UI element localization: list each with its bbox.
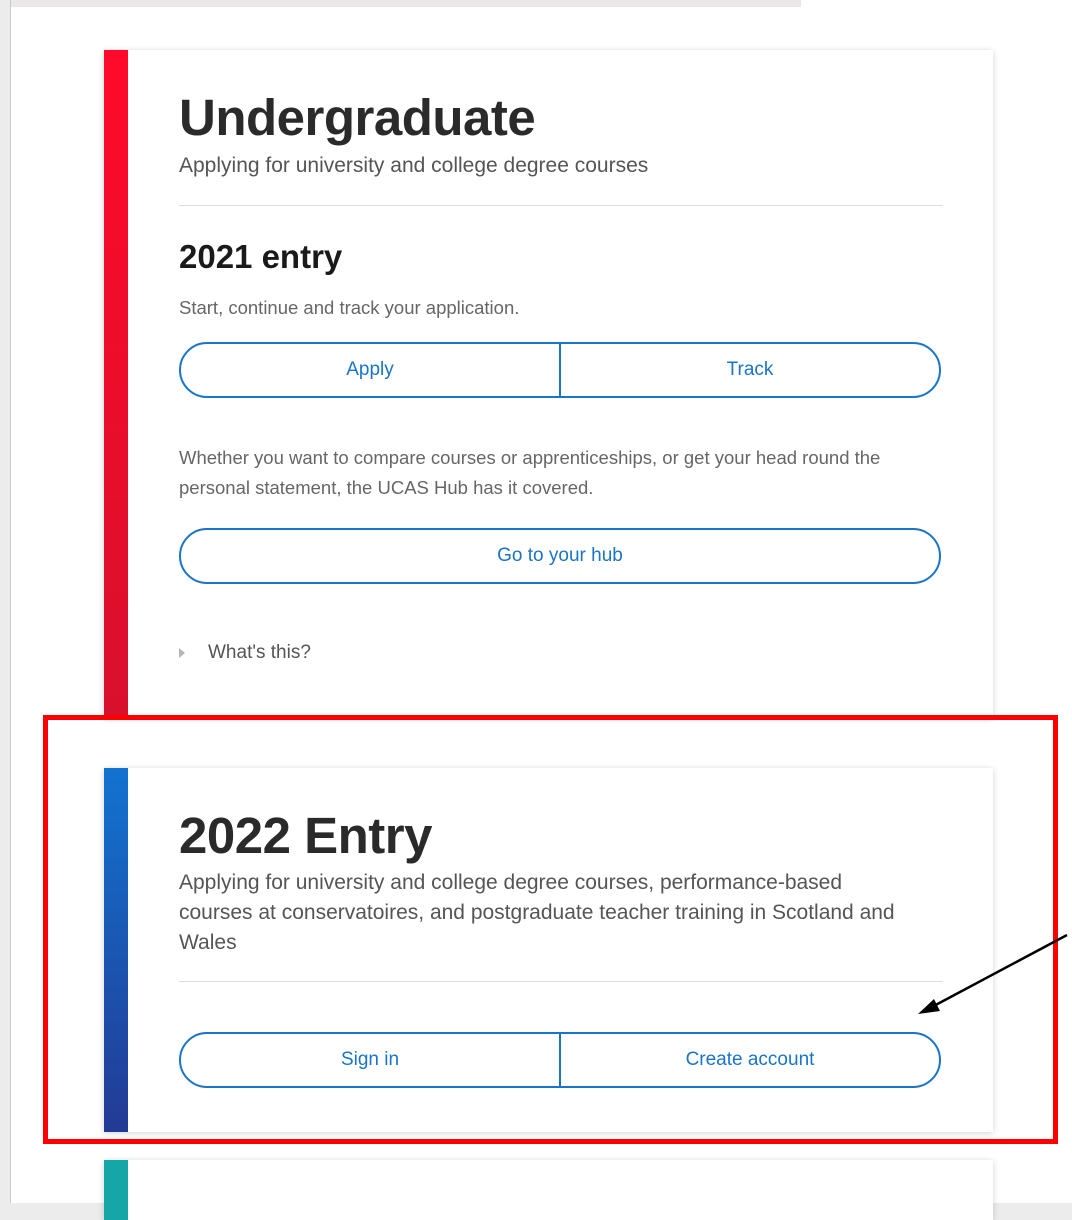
whats-this-toggle[interactable]: What's this? [179, 642, 311, 664]
create-account-button[interactable]: Create account [559, 1034, 939, 1086]
undergraduate-card-stripe [104, 50, 128, 718]
entry-2022-divider [179, 981, 943, 982]
top-bar [11, 0, 801, 7]
apply-track-button-group: Apply Track [179, 342, 941, 398]
entry-2021-description: Start, continue and track your applicati… [179, 297, 520, 318]
entry-2021-heading: 2021 entry [179, 238, 343, 275]
page-container: Undergraduate Applying for university an… [10, 0, 1072, 1220]
entry-2022-card: 2022 Entry Applying for university and c… [104, 768, 993, 1132]
undergraduate-card: Undergraduate Applying for university an… [104, 50, 993, 718]
entry-2022-title: 2022 Entry [179, 807, 433, 864]
undergraduate-divider [179, 205, 943, 206]
whats-this-label: What's this? [208, 642, 311, 663]
hub-description: Whether you want to compare courses or a… [179, 447, 881, 498]
third-card [104, 1160, 993, 1220]
undergraduate-subtitle: Applying for university and college degr… [179, 154, 649, 177]
apply-button[interactable]: Apply [181, 344, 559, 396]
disclosure-triangle-icon [179, 648, 185, 658]
entry-2022-subtitle: Applying for university and college degr… [179, 871, 895, 954]
entry-2022-card-stripe [104, 768, 128, 1132]
track-button[interactable]: Track [559, 344, 939, 396]
sign-in-button[interactable]: Sign in [181, 1034, 559, 1086]
undergraduate-title: Undergraduate [179, 89, 536, 146]
signin-create-button-group: Sign in Create account [179, 1032, 941, 1088]
third-card-stripe [104, 1160, 128, 1220]
go-to-hub-button[interactable]: Go to your hub [179, 528, 941, 584]
